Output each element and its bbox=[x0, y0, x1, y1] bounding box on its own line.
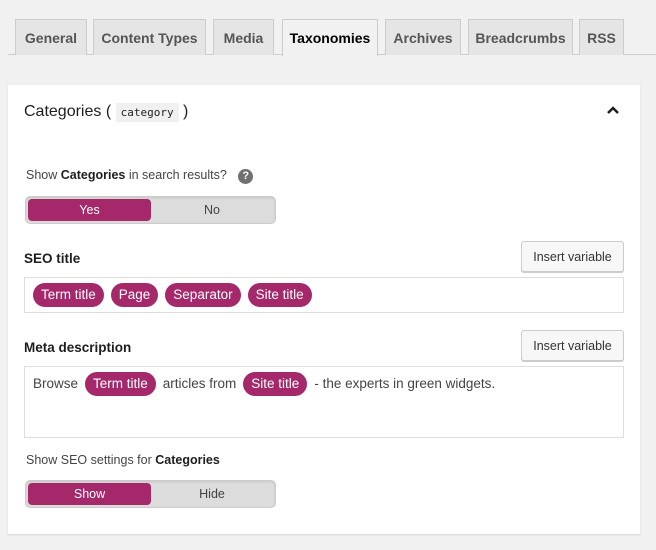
panel-title-end: ) bbox=[183, 103, 189, 120]
variable-pill[interactable]: Term title bbox=[33, 283, 104, 307]
toggle-no[interactable]: No bbox=[151, 199, 273, 221]
meta-text: articles from bbox=[162, 376, 237, 391]
toggle-yes[interactable]: Yes bbox=[28, 199, 151, 221]
label-bold: Categories bbox=[155, 453, 220, 467]
variable-pill[interactable]: Term title bbox=[85, 372, 156, 396]
variable-pill[interactable]: Page bbox=[110, 283, 159, 307]
seo-title-label: SEO title bbox=[24, 251, 81, 266]
tab-taxonomies[interactable]: Taxonomies bbox=[282, 19, 378, 56]
chevron-up-icon[interactable] bbox=[606, 102, 620, 120]
meta-text: - the experts in green widgets. bbox=[314, 376, 496, 391]
tab-archives[interactable]: Archives bbox=[385, 19, 461, 55]
label-pre: Show SEO settings for bbox=[26, 453, 156, 467]
label-bold: Categories bbox=[60, 168, 126, 182]
meta-text: Browse bbox=[33, 376, 79, 391]
search-results-label: Show Categories in search results? ? bbox=[26, 168, 254, 184]
search-results-toggle[interactable]: Yes No bbox=[25, 196, 276, 224]
variable-pill[interactable]: Site title bbox=[243, 372, 308, 396]
panel-title-text: Categories ( bbox=[24, 103, 112, 120]
label-pre: Show bbox=[26, 168, 61, 182]
tab-content-types[interactable]: Content Types bbox=[93, 19, 206, 55]
meta-description-input[interactable]: Browse Term title articles from Site tit… bbox=[24, 366, 624, 438]
categories-panel: Categories ( category ) Show Categories … bbox=[8, 85, 640, 534]
tab-rss[interactable]: RSS bbox=[579, 19, 624, 55]
label-post: in search results? bbox=[125, 168, 227, 182]
toggle-show[interactable]: Show bbox=[28, 483, 151, 505]
panel-title: Categories ( category ) bbox=[24, 103, 189, 122]
insert-variable-button[interactable]: Insert variable bbox=[521, 330, 624, 361]
show-settings-label: Show SEO settings for Categories bbox=[26, 453, 220, 467]
variable-pill[interactable]: Site title bbox=[247, 283, 312, 307]
toggle-hide[interactable]: Hide bbox=[151, 483, 273, 505]
tab-media[interactable]: Media bbox=[213, 19, 274, 55]
show-settings-toggle[interactable]: Show Hide bbox=[25, 480, 276, 508]
variable-pill[interactable]: Separator bbox=[165, 283, 241, 307]
tab-general[interactable]: General bbox=[15, 19, 87, 55]
meta-description-label: Meta description bbox=[24, 340, 132, 355]
seo-title-input[interactable]: Term title Page Separator Site title bbox=[24, 277, 624, 313]
question-circle-icon[interactable]: ? bbox=[238, 169, 254, 184]
insert-variable-button[interactable]: Insert variable bbox=[521, 241, 624, 272]
tab-breadcrumbs[interactable]: Breadcrumbs bbox=[468, 19, 573, 55]
taxonomy-slug: category bbox=[115, 103, 179, 122]
